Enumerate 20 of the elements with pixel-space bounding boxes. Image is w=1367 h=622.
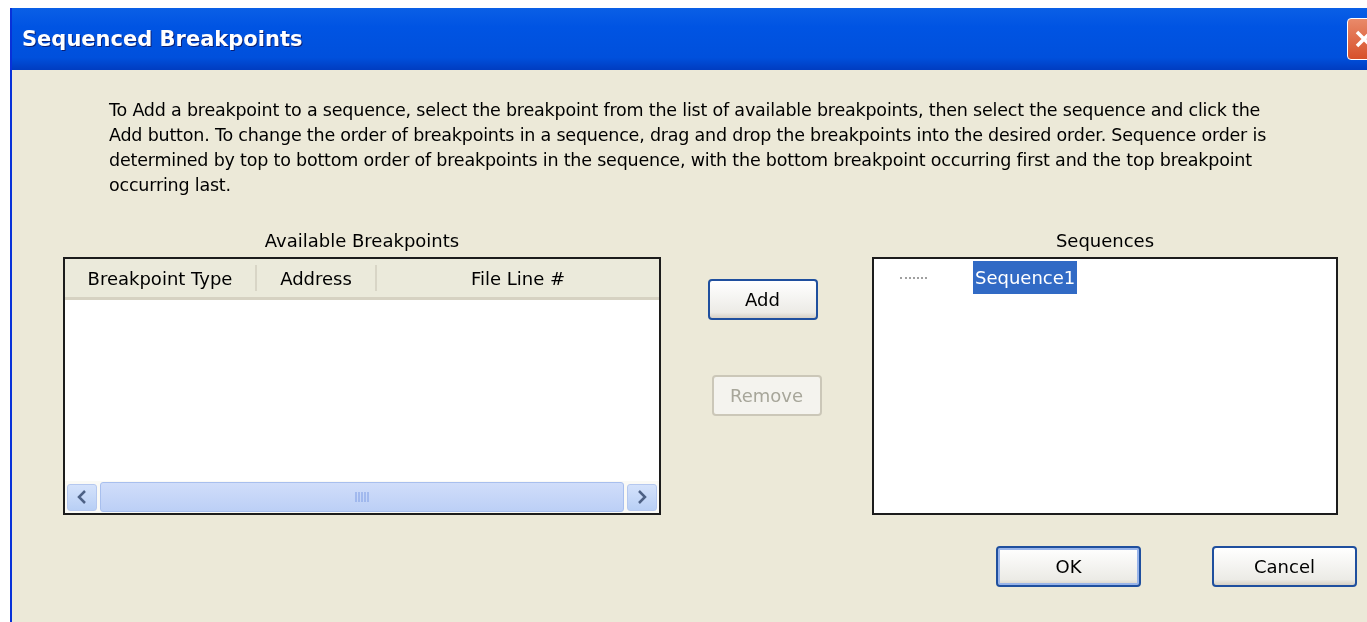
- instructions-text: To Add a breakpoint to a sequence, select the breakpoint from the list of available breakpoints, then select the sequence and click the Add button. To change the order of breakpoints in a sequence, drag and drop the breakpoints into the desired order. Sequence order is determined by top to bottom order of breakpoints in the sequence, with the bottom breakpoint occurring first and the top breakpoint occurring last.: [109, 99, 1268, 197]
- cancel-button[interactable]: Cancel: [1212, 546, 1357, 587]
- column-header[interactable]: Address: [257, 265, 377, 291]
- sequence-tree[interactable]: Sequence1: [872, 257, 1338, 515]
- scroll-thumb[interactable]: [100, 482, 624, 512]
- panel-label: Available Breakpoints: [264, 230, 460, 253]
- horizontal-scrollbar[interactable]: [65, 481, 659, 513]
- add-button[interactable]: Add: [707, 279, 818, 320]
- chevron-right-icon: [637, 490, 647, 504]
- tree-item[interactable]: Sequence1: [973, 261, 1078, 294]
- window-title: Sequenced Breakpoints: [22, 27, 303, 51]
- scroll-right-button[interactable]: [627, 483, 657, 511]
- panel-label: Sequences: [1055, 230, 1155, 253]
- ok-button[interactable]: OK: [996, 546, 1141, 587]
- column-header[interactable]: File Line #: [377, 265, 659, 291]
- chevron-left-icon: [77, 490, 87, 504]
- scroll-left-button[interactable]: [67, 483, 97, 511]
- grip-icon: [354, 491, 370, 503]
- column-header[interactable]: Breakpoint Type: [65, 265, 257, 291]
- breakpoint-list[interactable]: Breakpoint Type Address File Line #: [63, 257, 661, 515]
